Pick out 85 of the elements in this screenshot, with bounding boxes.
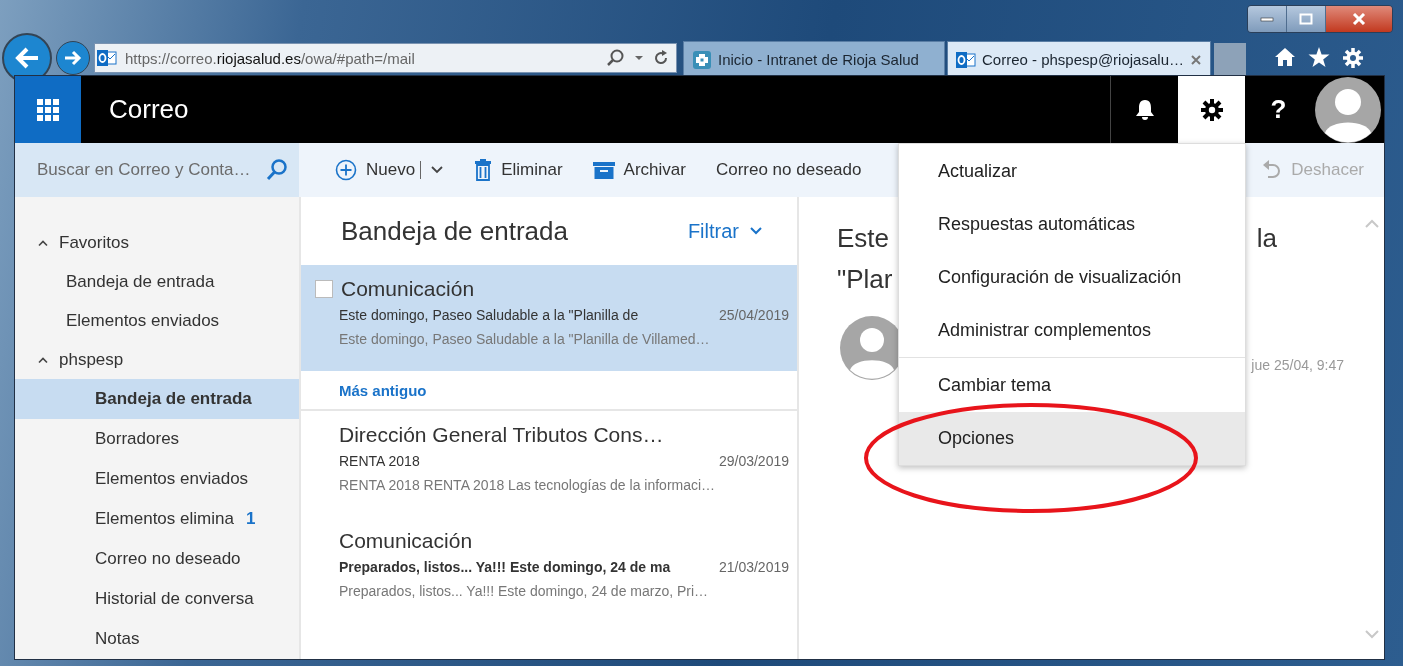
- message-subject: Este domingo, Paseo Saludable a la "Planilla de: [339, 307, 639, 323]
- toolbar-button[interactable]: Correo no deseado: [715, 160, 862, 180]
- sender-name: Comunicación: [339, 529, 473, 553]
- message-preview: Este domingo, Paseo Saludable a la "Planilla de Villamed…: [338, 331, 711, 347]
- settings-button[interactable]: [1178, 76, 1245, 143]
- menu-item[interactable]: Opciones: [899, 412, 1245, 465]
- message-subject: RENTA 2018: [339, 453, 420, 469]
- message-title: la: [1256, 223, 1277, 254]
- grid-icon: [37, 98, 59, 121]
- cross-logo-icon: [692, 49, 712, 70]
- message-item[interactable]: Comunicación Preparados, listos... Ya!!! Este domingo, 24 de ma 21/03/2019 Preparados, listos... Ya!!! Este domingo, 24 de marzo, Pri…: [301, 517, 797, 623]
- bell-icon: [1134, 98, 1155, 121]
- close-button[interactable]: [1326, 6, 1392, 32]
- folder-item[interactable]: Historial de conversa: [15, 579, 299, 619]
- sender-name: Comunicación: [341, 277, 475, 301]
- archive-button[interactable]: Archivar: [592, 160, 686, 180]
- mail-app-icon: [97, 49, 117, 67]
- mail-app-icon: [956, 50, 976, 69]
- message-title: "Plar: [837, 264, 893, 295]
- new-tab-button[interactable]: [1214, 43, 1246, 77]
- folder-title: Bandeja de entrada: [341, 215, 568, 247]
- menu-item[interactable]: Administrar complementos: [899, 304, 1245, 357]
- close-tab-icon[interactable]: [1190, 53, 1202, 66]
- settings-icon: [1199, 97, 1224, 122]
- message-time: jue 25/04, 9:47: [1251, 357, 1344, 373]
- app-title: Correo: [109, 94, 190, 125]
- sender-name: Dirección General Tributos Cons…: [339, 423, 664, 447]
- forward-button[interactable]: [56, 41, 90, 75]
- address-bar[interactable]: https://correo.riojasalud.es/owa/#path=/mail: [94, 43, 677, 73]
- folder-item[interactable]: Elementos elimina 1: [15, 499, 299, 539]
- message-item[interactable]: Comunicación Este domingo, Paseo Saludable a la "Planilla de 25/04/2019 Este domingo, Paseo Saludable a la "Planilla de Villamed…: [301, 265, 797, 371]
- folder-item[interactable]: Borradores: [15, 419, 299, 459]
- maximize-button[interactable]: [1287, 6, 1326, 32]
- folder-group-toggle[interactable]: Favoritos: [15, 223, 299, 262]
- refresh-icon[interactable]: [652, 49, 670, 67]
- archive-box-icon: [592, 161, 615, 179]
- minimize-icon: [1260, 16, 1274, 22]
- menu-item[interactable]: Configuración de visualización: [899, 251, 1245, 304]
- user-avatar[interactable]: [1312, 76, 1384, 143]
- date-group-header: Más antiguo: [301, 371, 797, 411]
- folder-item[interactable]: Bandeja de entrada: [15, 262, 299, 301]
- message-date: 25/04/2019: [718, 307, 789, 323]
- filter-button[interactable]: Filtrar: [687, 219, 763, 243]
- folder-group-toggle[interactable]: phspesp: [15, 340, 299, 379]
- star-icon[interactable]: [1308, 47, 1330, 68]
- message-subject: Preparados, listos... Ya!!! Este domingo, 24 de ma: [339, 559, 671, 575]
- maximize-icon: [1299, 13, 1313, 25]
- chevron-icon: [37, 355, 49, 364]
- menu-item[interactable]: Respuestas automáticas: [899, 198, 1245, 251]
- search-icon[interactable]: [265, 158, 289, 182]
- message-date: 29/03/2019: [718, 453, 789, 469]
- chevron-down-icon[interactable]: [430, 165, 445, 175]
- settings-icon[interactable]: [1342, 47, 1364, 69]
- message-item[interactable]: Dirección General Tributos Cons… RENTA 2018 29/03/2019 RENTA 2018 RENTA 2018 Las tecnologías de la informaci…: [301, 411, 797, 517]
- message-preview: Preparados, listos... Ya!!! Este domingo, 24 de marzo, Pri…: [339, 583, 710, 599]
- minimize-button[interactable]: [1248, 6, 1287, 32]
- app-launcher-button[interactable]: [15, 76, 81, 143]
- menu-item[interactable]: Actualizar: [899, 145, 1245, 198]
- browser-tab[interactable]: Correo - phspesp@riojasalu…: [947, 41, 1211, 77]
- help-button[interactable]: ?: [1245, 76, 1312, 143]
- message-preview: RENTA 2018 RENTA 2018 Las tecnologías de la informaci…: [339, 477, 717, 493]
- chevron-down-icon: [749, 226, 763, 236]
- forward-arrow-icon: [64, 50, 82, 66]
- folder-item[interactable]: Correo no deseado: [15, 539, 299, 579]
- folder-item[interactable]: Elementos enviados: [15, 459, 299, 499]
- home-icon[interactable]: [1274, 47, 1296, 67]
- message-title: Este: [837, 223, 890, 254]
- plus-circle-icon: [335, 159, 357, 181]
- search-field[interactable]: Buscar en Correo y Conta…: [15, 143, 299, 197]
- folder-item[interactable]: Notas: [15, 619, 299, 659]
- trash-icon: [474, 159, 493, 181]
- caret-icon[interactable]: [634, 55, 644, 61]
- message-date: 21/03/2019: [718, 559, 789, 575]
- new-button[interactable]: Nuevo: [335, 159, 445, 181]
- close-icon: [1351, 13, 1367, 25]
- chevron-icon: [37, 238, 49, 247]
- menu-item[interactable]: Cambiar tema: [899, 359, 1245, 412]
- unread-count: 1: [245, 509, 256, 529]
- search-icon[interactable]: [606, 48, 626, 68]
- checkbox[interactable]: [315, 280, 333, 298]
- delete-button[interactable]: Eliminar: [474, 159, 563, 181]
- browser-tab[interactable]: Inicio - Intranet de Rioja Salud: [683, 41, 945, 77]
- folder-item[interactable]: Elementos enviados: [15, 301, 299, 340]
- back-arrow-icon: [14, 47, 40, 69]
- folder-item[interactable]: Bandeja de entrada: [15, 379, 299, 419]
